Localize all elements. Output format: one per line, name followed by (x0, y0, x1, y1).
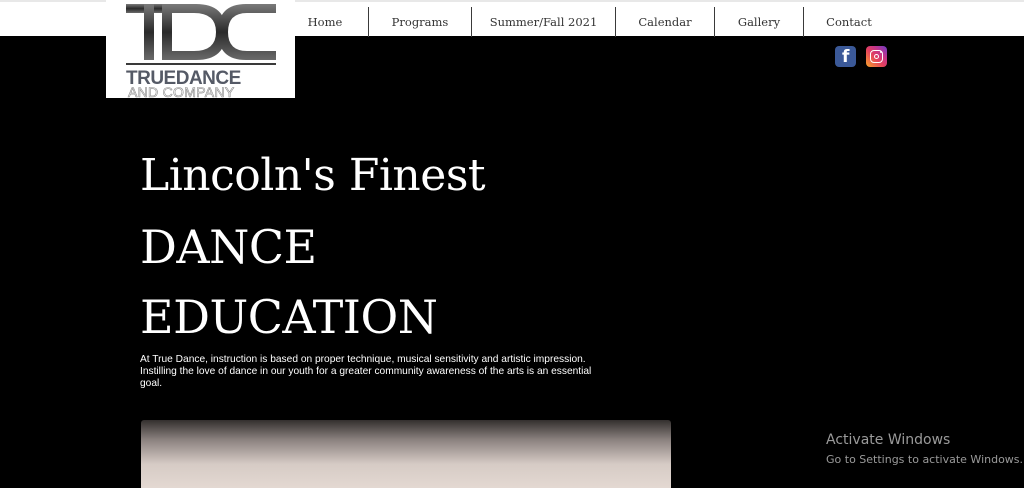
instagram-lens (874, 54, 879, 59)
main-nav: Home Programs Summer/Fall 2021 Calendar … (282, 7, 894, 37)
watermark-subtitle: Go to Settings to activate Windows. (826, 453, 1024, 466)
hero-heading-line2: DANCE (140, 220, 317, 274)
social-links: f (835, 46, 887, 67)
facebook-icon[interactable]: f (835, 46, 856, 67)
page: TRUEDANCE AND COMPANY Home Programs Summ… (0, 0, 1024, 488)
nav-gallery[interactable]: Gallery (715, 7, 804, 37)
watermark-title: Activate Windows (826, 432, 951, 448)
nav-programs[interactable]: Programs (369, 7, 472, 37)
logo-graphic: TRUEDANCE AND COMPANY (126, 4, 276, 98)
instagram-flash (880, 51, 882, 53)
site-logo[interactable]: TRUEDANCE AND COMPANY (106, 0, 295, 98)
nav-summer-fall-2021[interactable]: Summer/Fall 2021 (472, 7, 616, 37)
hero-description: At True Dance, instruction is based on p… (140, 354, 592, 389)
windows-activation-watermark: Activate Windows Go to Settings to activ… (826, 432, 1023, 468)
hero-image (141, 420, 671, 488)
hero-heading-line1: Lincoln's Finest (140, 150, 486, 201)
nav-home[interactable]: Home (282, 7, 369, 37)
facebook-letter: f (842, 47, 850, 67)
nav-calendar[interactable]: Calendar (616, 7, 715, 37)
hero-heading-line3: EDUCATION (140, 290, 438, 344)
logo-text-line2: AND COMPANY (128, 84, 235, 98)
nav-contact[interactable]: Contact (804, 7, 894, 37)
instagram-icon[interactable] (866, 46, 887, 67)
